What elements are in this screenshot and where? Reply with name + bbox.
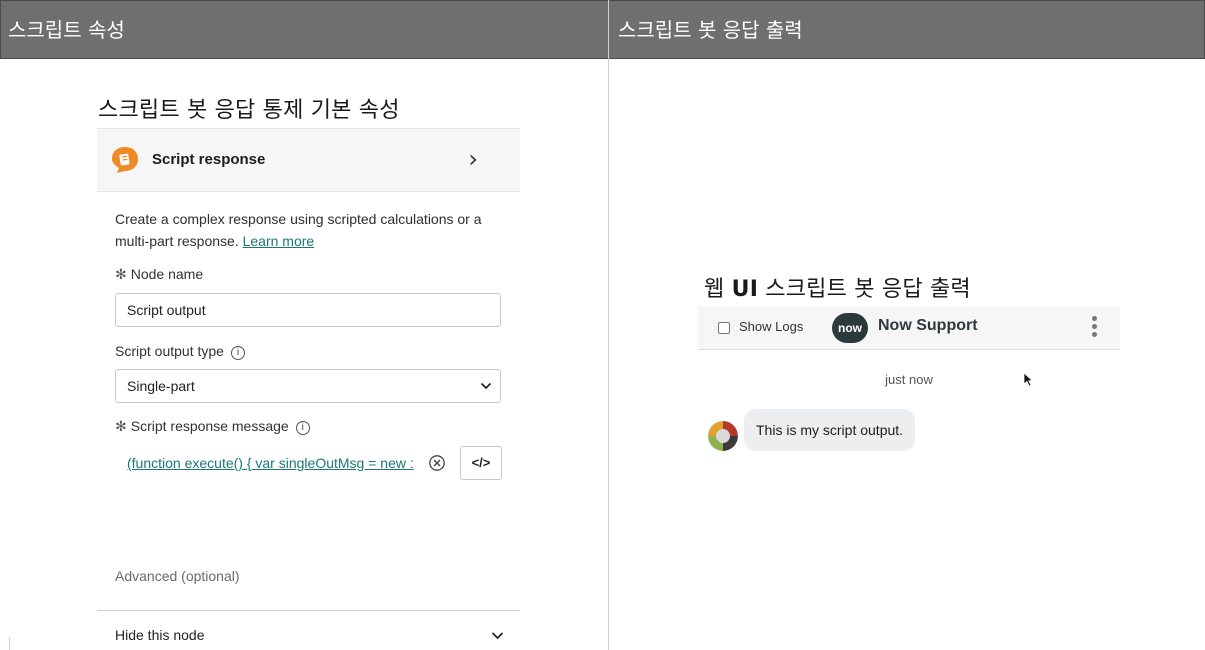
bot-output-column: 스크립트 봇 응답 출력 웹 UI 스크립트 봇 응답 출력 Show Logs… xyxy=(609,0,1205,650)
bot-avatar-icon xyxy=(708,421,738,451)
required-asterisk-icon: ✻ xyxy=(115,418,127,434)
chevron-down-icon xyxy=(480,382,492,390)
panel-title: Script response xyxy=(152,151,266,168)
learn-more-link[interactable]: Learn more xyxy=(243,233,315,249)
panel-description: Create a complex response using scripted… xyxy=(115,208,502,252)
script-message-row: (function execute() { var singleOutMsg =… xyxy=(115,446,502,482)
chat-header: Show Logs now Now Support xyxy=(698,306,1120,350)
now-logo: now xyxy=(832,313,868,343)
clear-icon[interactable] xyxy=(428,454,446,472)
show-logs-checkbox[interactable] xyxy=(718,322,730,334)
info-icon[interactable]: i xyxy=(230,346,245,360)
divider xyxy=(9,637,10,650)
node-name-input[interactable]: Script output xyxy=(115,293,501,327)
hide-node-label: Hide this node xyxy=(115,627,205,643)
chevron-down-icon xyxy=(491,632,504,640)
message-label: ✻ Script response message i xyxy=(115,416,502,436)
web-chat-preview: Show Logs now Now Support just now This … xyxy=(698,306,1120,451)
script-code-link[interactable]: (function execute() { var singleOutMsg =… xyxy=(127,455,417,471)
code-editor-button[interactable]: </> xyxy=(460,446,502,480)
info-icon[interactable]: i xyxy=(295,421,310,435)
column-header: 스크립트 봇 응답 출력 xyxy=(609,0,1205,59)
hide-node-row[interactable]: Hide this node xyxy=(97,611,520,650)
script-response-icon xyxy=(112,147,138,173)
panel-header[interactable]: Script response › xyxy=(97,128,520,192)
bot-name: Now Support xyxy=(878,317,978,334)
message-bubble: This is my script output. xyxy=(744,409,916,451)
message-timestamp: just now xyxy=(885,372,933,387)
mouse-pointer-icon xyxy=(1023,372,1034,387)
properties-panel: Script response › Create a complex respo… xyxy=(97,128,520,650)
node-name-label: ✻ Node name xyxy=(115,266,204,282)
column-header: 스크립트 속성 xyxy=(0,0,608,59)
advanced-section-label[interactable]: Advanced (optional) xyxy=(115,568,502,588)
show-logs-label[interactable]: Show Logs xyxy=(739,319,803,334)
more-options-icon[interactable] xyxy=(1092,316,1098,340)
panel-body: Create a complex response using scripted… xyxy=(97,192,520,650)
script-properties-column: 스크립트 속성 스크립트 봇 응답 통제 기본 속성 Script respon… xyxy=(0,0,609,650)
output-type-value: Single-part xyxy=(127,378,195,394)
section-caption: 스크립트 봇 응답 통제 기본 속성 xyxy=(98,98,400,123)
chevron-right-icon[interactable]: › xyxy=(468,147,478,171)
output-type-select[interactable]: Single-part xyxy=(115,369,501,403)
output-type-label: Script output type i xyxy=(115,341,502,361)
section-caption: 웹 UI 스크립트 봇 응답 출력 xyxy=(704,277,971,302)
required-asterisk-icon: ✻ xyxy=(115,266,127,282)
